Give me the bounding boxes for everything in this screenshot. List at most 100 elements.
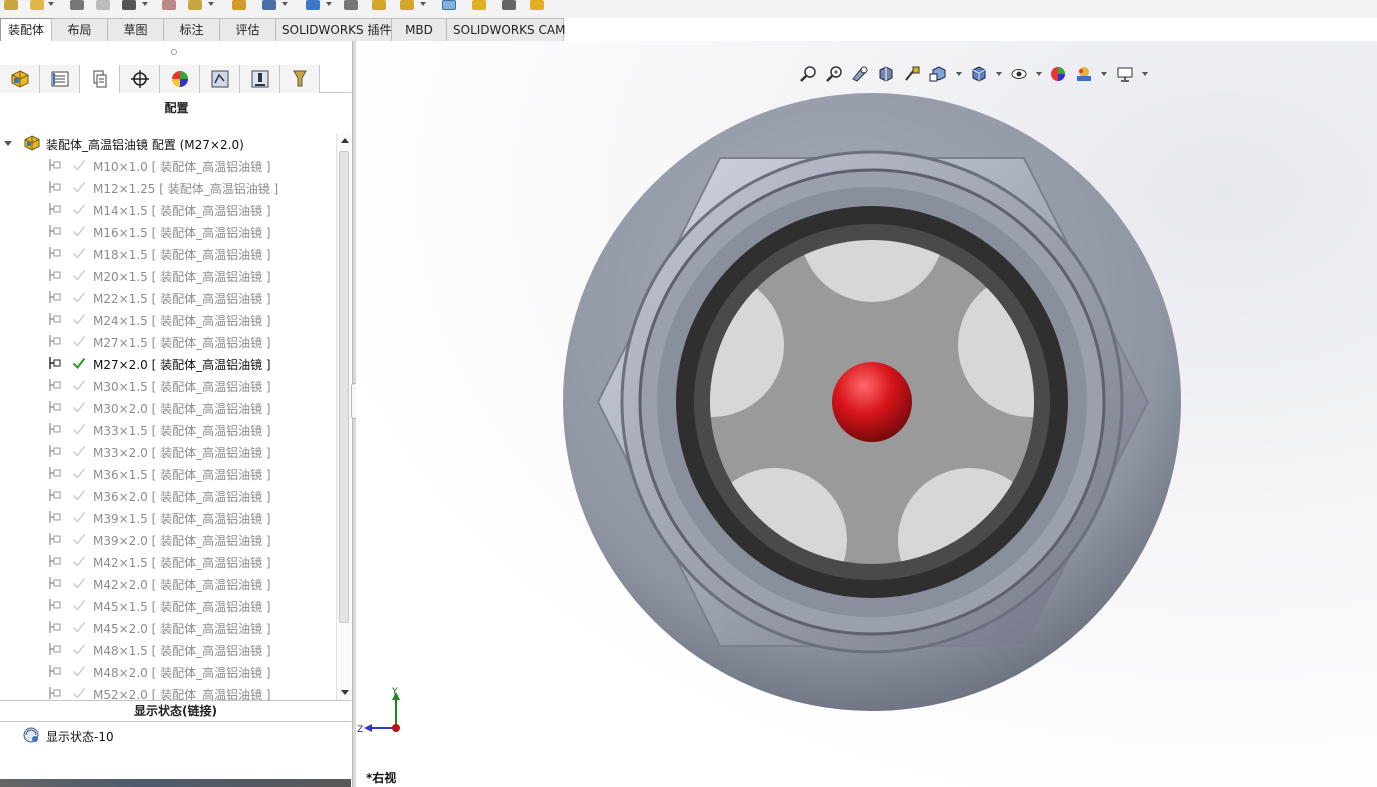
tab-mbd[interactable]: MBD [391,18,447,41]
configuration-item[interactable]: M22×1.5 [ 装配体_高温铝油镜 ] [0,286,336,308]
snapshot-icon[interactable] [502,0,516,10]
configuration-item[interactable]: M18×1.5 [ 装配体_高温铝油镜 ] [0,242,336,264]
tab-solidworks-addins[interactable]: SOLIDWORKS 插件 [275,18,392,41]
chevron-down-icon[interactable] [326,2,332,6]
open-document-icon[interactable] [30,0,44,10]
show-hidden-components-icon[interactable] [442,0,456,10]
tab-layout[interactable]: 布局 [51,18,108,41]
cam-feature-tree-tab[interactable] [200,65,240,93]
chevron-down-icon[interactable] [420,2,426,6]
check-icon [73,402,86,413]
undo-icon[interactable] [122,0,136,10]
solidworks-window: 装配体 布局 草图 标注 评估 SOLIDWORKS 插件 MBD SOLIDW… [0,0,1377,787]
configuration-icon [49,269,61,281]
configuration-item[interactable]: M27×2.0 [ 装配体_高温铝油镜 ] [0,352,336,374]
configuration-item-label: M10×1.0 [ 装配体_高温铝油镜 ] [93,160,271,174]
dimxpert-tab[interactable] [120,65,160,93]
tab-assembly[interactable]: 装配体 [0,18,52,41]
smart-fasteners-icon[interactable] [372,0,386,10]
configuration-item-label: M24×1.5 [ 装配体_高温铝油镜 ] [93,314,271,328]
save-icon[interactable] [70,0,84,10]
configuration-manager-tab[interactable] [80,65,120,93]
print-icon[interactable] [96,0,110,10]
scroll-up-icon[interactable] [341,138,349,143]
mate-icon[interactable] [306,0,320,10]
configuration-item[interactable]: M16×1.5 [ 装配体_高温铝油镜 ] [0,220,336,242]
sight-glass-model[interactable] [356,41,1377,787]
options-icon[interactable] [232,0,246,10]
insert-component-icon[interactable] [262,0,276,10]
chevron-down-icon[interactable] [208,2,214,6]
chevron-down-icon[interactable] [142,2,148,6]
dimxpert-icon [130,70,149,88]
tab-evaluate[interactable]: 评估 [219,18,276,41]
configuration-item[interactable]: M48×1.5 [ 装配体_高温铝油镜 ] [0,638,336,660]
display-manager-tab[interactable] [160,65,200,93]
configuration-item[interactable]: M45×1.5 [ 装配体_高温铝油镜 ] [0,594,336,616]
taskbar-preview-strip [0,779,351,787]
configuration-item[interactable]: M30×2.0 [ 装配体_高温铝油镜 ] [0,396,336,418]
check-icon [73,270,86,281]
new-document-icon[interactable] [4,0,18,10]
tab-sketch[interactable]: 草图 [107,18,164,41]
configuration-icon [49,577,61,589]
cam-operation-tree-tab[interactable] [240,65,280,93]
chevron-down-icon[interactable] [282,2,288,6]
configuration-icon [49,665,61,677]
configuration-item[interactable]: M39×2.0 [ 装配体_高温铝油镜 ] [0,528,336,550]
scroll-down-icon[interactable] [341,690,349,695]
scrollbar-thumb[interactable] [339,151,349,623]
configuration-item[interactable]: M14×1.5 [ 装配体_高温铝油镜 ] [0,198,336,220]
configuration-item[interactable]: M27×1.5 [ 装配体_高温铝油镜 ] [0,330,336,352]
configuration-item[interactable]: M20×1.5 [ 装配体_高温铝油镜 ] [0,264,336,286]
move-component-icon[interactable] [400,0,414,10]
configuration-item[interactable]: M10×1.0 [ 装配体_高温铝油镜 ] [0,154,336,176]
configuration-item-label: M52×2.0 [ 装配体_高温铝油镜 ] [93,688,271,700]
configuration-item[interactable]: M33×2.0 [ 装配体_高温铝油镜 ] [0,440,336,462]
cam-operation-tree-icon [251,70,268,88]
feature-manager-tab[interactable] [0,65,40,93]
property-manager-tab[interactable] [40,65,80,93]
check-icon [73,226,86,237]
configuration-item[interactable]: M12×1.25 [ 装配体_高温铝油镜 ] [0,176,336,198]
configuration-tree: 装配体_高温铝油镜 配置 (M27×2.0) M10×1.0 [ 装配体_高温铝… [0,133,336,700]
configuration-item[interactable]: M39×1.5 [ 装配体_高温铝油镜 ] [0,506,336,528]
configuration-item[interactable]: M33×1.5 [ 装配体_高温铝油镜 ] [0,418,336,440]
assembly-features-icon[interactable] [472,0,486,10]
configuration-item[interactable]: M36×2.0 [ 装配体_高温铝油镜 ] [0,484,336,506]
configuration-item[interactable]: M42×1.5 [ 装配体_高温铝油镜 ] [0,550,336,572]
select-icon[interactable] [162,0,176,10]
check-icon [73,248,86,259]
graphics-area[interactable]: Y Z *右视 [356,41,1377,787]
configuration-item-label: M45×2.0 [ 装配体_高温铝油镜 ] [93,622,271,636]
cam-tool-tree-tab[interactable] [280,65,320,93]
assembly-icon [24,135,40,151]
configuration-item[interactable]: M24×1.5 [ 装配体_高温铝油镜 ] [0,308,336,330]
configuration-item[interactable]: M52×2.0 [ 装配体_高温铝油镜 ] [0,682,336,700]
chevron-down-icon[interactable] [4,141,12,146]
panel-collapse-handle[interactable] [171,49,177,55]
exploded-view-icon[interactable] [530,0,544,10]
triad-z-label: Z [357,725,363,734]
configuration-item[interactable]: M30×1.5 [ 装配体_高温铝油镜 ] [0,374,336,396]
configuration-item[interactable]: M48×2.0 [ 装配体_高温铝油镜 ] [0,660,336,682]
configuration-icon [49,467,61,479]
tree-scrollbar[interactable] [336,133,351,700]
display-manager-icon [171,71,188,87]
configuration-item[interactable]: M42×2.0 [ 装配体_高温铝油镜 ] [0,572,336,594]
linear-pattern-icon[interactable] [344,0,358,10]
configuration-item-label: M20×1.5 [ 装配体_高温铝油镜 ] [93,270,271,284]
cam-tool-tree-icon [292,70,307,87]
configuration-item[interactable]: M45×2.0 [ 装配体_高温铝油镜 ] [0,616,336,638]
configuration-icon [49,181,61,193]
tab-solidworks-cam[interactable]: SOLIDWORKS CAM [446,18,565,41]
rebuild-icon[interactable] [188,0,202,10]
configuration-icon [49,621,61,633]
tree-root[interactable]: 装配体_高温铝油镜 配置 (M27×2.0) [0,133,336,153]
configuration-icon [49,445,61,457]
chevron-down-icon[interactable] [48,2,54,6]
configuration-item[interactable]: M36×1.5 [ 装配体_高温铝油镜 ] [0,462,336,484]
display-state-item[interactable]: 显示状态-10 [22,725,322,745]
tab-markup[interactable]: 标注 [163,18,220,41]
configuration-item-label: M30×2.0 [ 装配体_高温铝油镜 ] [93,402,271,416]
